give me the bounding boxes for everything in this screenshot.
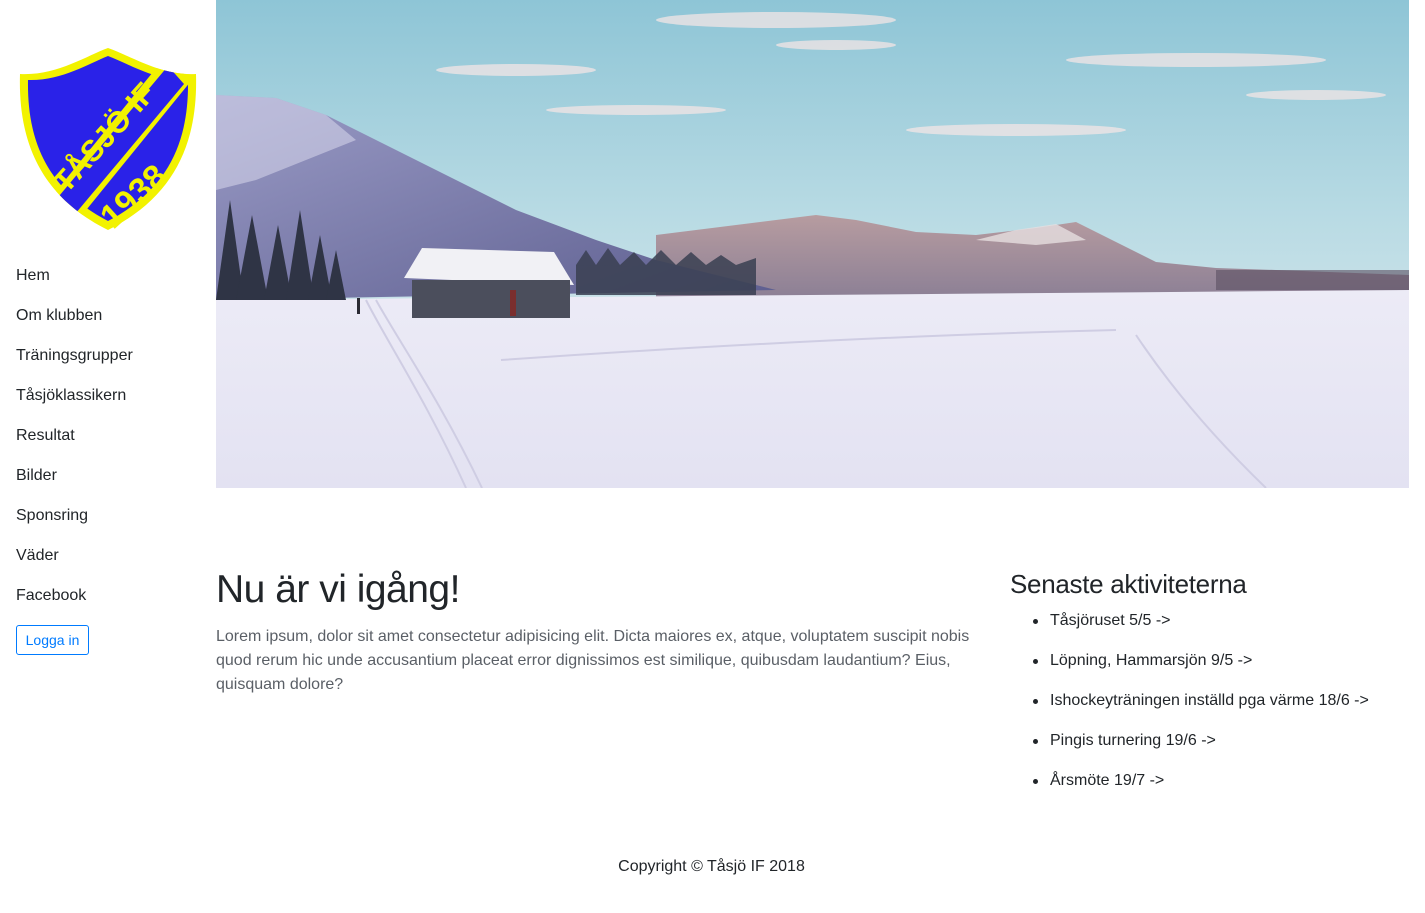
- activity-label: Pingis turnering 19/6 ->: [1050, 732, 1216, 749]
- page: TÅSJÖ IF 1938 Hem Om klubben Träningsgru…: [0, 0, 1425, 913]
- bullet-icon: [1033, 699, 1038, 704]
- main-nav: Hem Om klubben Träningsgrupper Tåsjöklas…: [16, 256, 133, 616]
- nav-item-bilder: Bilder: [16, 456, 133, 496]
- nav-link-sponsring[interactable]: Sponsring: [16, 507, 88, 525]
- activity-label: Löpning, Hammarsjön 9/5 ->: [1050, 652, 1253, 669]
- page-title: Nu är vi igång!: [216, 568, 460, 611]
- activity-item[interactable]: Löpning, Hammarsjön 9/5 ->: [1010, 641, 1369, 681]
- copyright-text: Copyright © Tåsjö IF 2018: [618, 858, 805, 875]
- activity-label: Årsmöte 19/7 ->: [1050, 772, 1165, 789]
- nav-link-om-klubben[interactable]: Om klubben: [16, 307, 102, 325]
- nav-link-hem[interactable]: Hem: [16, 267, 50, 285]
- nav-link-bilder[interactable]: Bilder: [16, 467, 57, 485]
- footer: Copyright © Tåsjö IF 2018: [0, 858, 1425, 876]
- hero-image: [216, 0, 1409, 488]
- nav-link-tasjoklassikern[interactable]: Tåsjöklassikern: [16, 387, 126, 405]
- intro-text: Lorem ipsum, dolor sit amet consectetur …: [216, 628, 970, 693]
- activity-item[interactable]: Årsmöte 19/7 ->: [1010, 761, 1369, 801]
- bullet-icon: [1033, 659, 1038, 664]
- activities-list: Tåsjöruset 5/5 -> Löpning, Hammarsjön 9/…: [1010, 601, 1369, 801]
- activity-item[interactable]: Pingis turnering 19/6 ->: [1010, 721, 1369, 761]
- nav-item-tasjoklassikern: Tåsjöklassikern: [16, 376, 133, 416]
- cabin-icon: [404, 248, 574, 318]
- club-crest-icon: TÅSJÖ IF 1938: [19, 48, 197, 236]
- bullet-icon: [1033, 619, 1038, 624]
- winter-landscape-image: [216, 0, 1409, 488]
- nav-item-resultat: Resultat: [16, 416, 133, 456]
- nav-link-vader[interactable]: Väder: [16, 547, 59, 565]
- activity-label: Ishockeyträningen inställd pga värme 18/…: [1050, 692, 1369, 709]
- nav-item-traningsgrupper: Träningsgrupper: [16, 336, 133, 376]
- sidebar: TÅSJÖ IF 1938 Hem Om klubben Träningsgru…: [0, 0, 216, 913]
- nav-item-om-klubben: Om klubben: [16, 296, 133, 336]
- bullet-icon: [1033, 739, 1038, 744]
- nav-item-hem: Hem: [16, 256, 133, 296]
- nav-link-facebook[interactable]: Facebook: [16, 587, 86, 605]
- activity-label: Tåsjöruset 5/5 ->: [1050, 612, 1171, 629]
- club-logo[interactable]: TÅSJÖ IF 1938: [16, 46, 200, 236]
- nav-item-sponsring: Sponsring: [16, 496, 133, 536]
- bullet-icon: [1033, 779, 1038, 784]
- login-button[interactable]: Logga in: [16, 625, 89, 655]
- activity-item[interactable]: Tåsjöruset 5/5 ->: [1010, 601, 1369, 641]
- nav-link-resultat[interactable]: Resultat: [16, 427, 75, 445]
- activities-title: Senaste aktiviteterna: [1010, 569, 1247, 599]
- activity-item[interactable]: Ishockeyträningen inställd pga värme 18/…: [1010, 681, 1369, 721]
- nav-link-traningsgrupper[interactable]: Träningsgrupper: [16, 347, 133, 365]
- nav-item-facebook: Facebook: [16, 576, 133, 616]
- nav-item-vader: Väder: [16, 536, 133, 576]
